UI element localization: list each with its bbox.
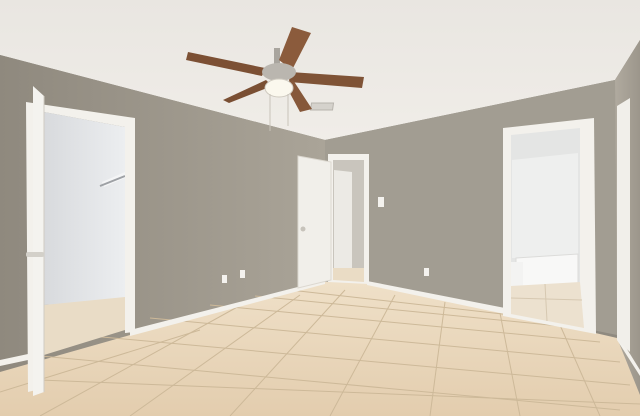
room-photo [0,0,640,416]
closet-interior [44,112,125,305]
fan-motor-housing [262,63,296,81]
right-door-edge [617,98,630,352]
hall-far-door [334,170,352,268]
fan-light-fixture [264,78,294,98]
bath-toilet [511,262,523,286]
outlet-left-1 [222,275,227,283]
closet-door-handle [26,252,44,257]
ceiling-vent [309,102,335,111]
hall-floor [333,268,364,282]
bath-back-wall [512,153,578,258]
hall-door-knob [300,226,306,232]
outlet-back [424,268,429,276]
light-switch [378,197,384,207]
closet-door [33,86,44,396]
hall-door [297,155,332,289]
outlet-left-2 [240,270,245,278]
